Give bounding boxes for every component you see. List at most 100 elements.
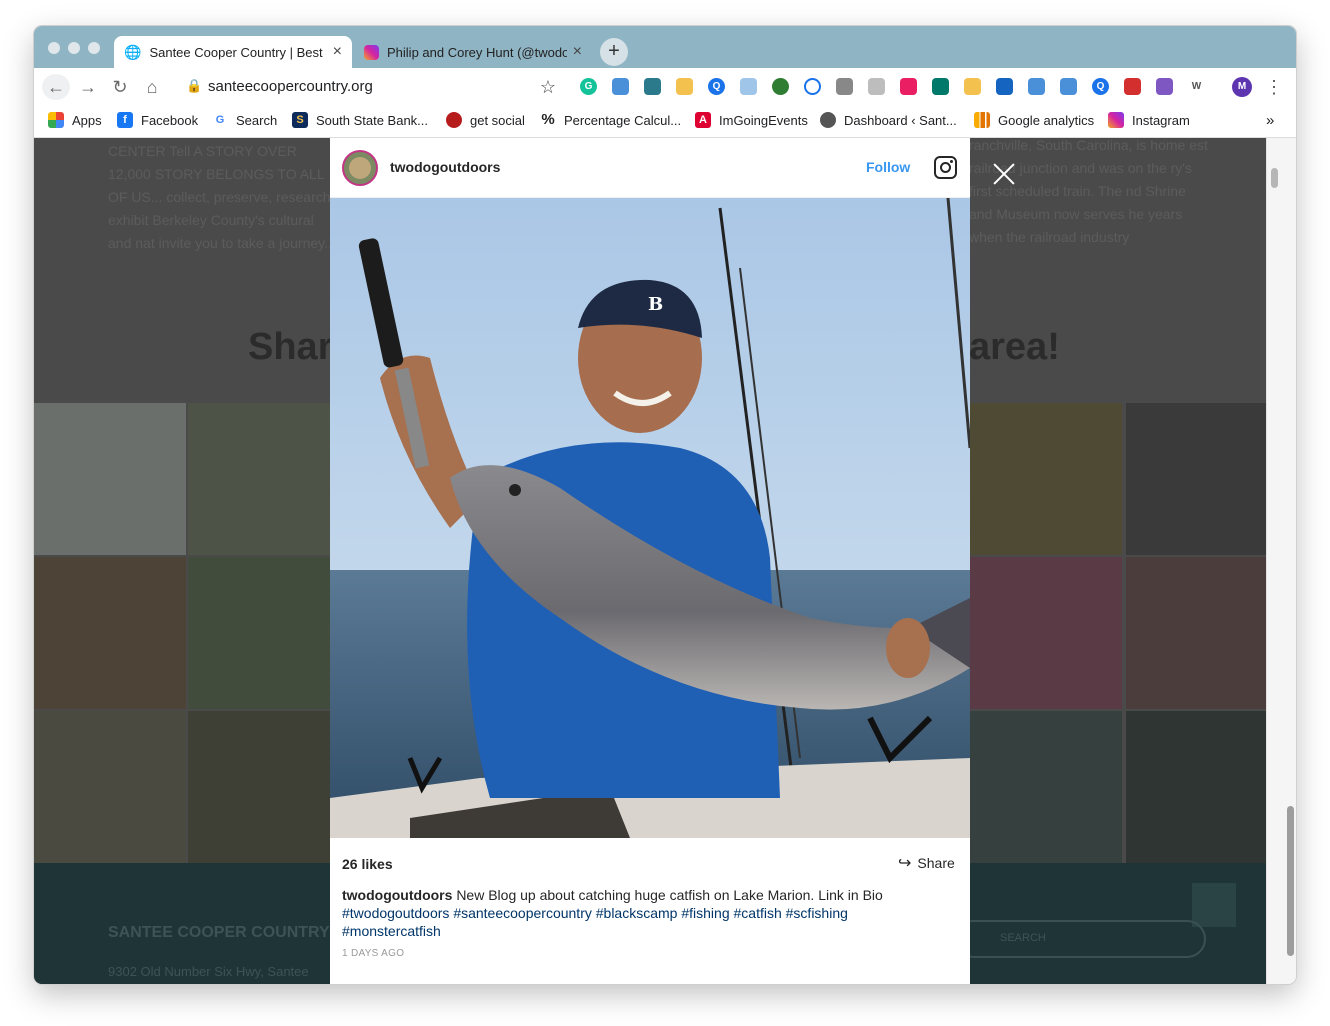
- avatar[interactable]: [342, 150, 378, 186]
- grid-photo[interactable]: [188, 711, 340, 863]
- bookmark-instagram[interactable]: Instagram: [1108, 112, 1190, 128]
- reload-button[interactable]: ↻: [106, 74, 134, 100]
- grid-photo[interactable]: [34, 711, 186, 863]
- instagram-icon[interactable]: [934, 156, 957, 179]
- grid-photo[interactable]: [970, 403, 1122, 555]
- grid-photo[interactable]: [188, 557, 340, 709]
- menu-icon[interactable]: ⋮: [1260, 74, 1288, 100]
- close-tab-icon[interactable]: ×: [573, 43, 582, 61]
- bookmark-label: Google analytics: [998, 112, 1095, 128]
- extension-icon[interactable]: [772, 78, 789, 95]
- extension-icon[interactable]: [612, 78, 629, 95]
- footer-search-input[interactable]: SEARCH: [954, 920, 1206, 958]
- hashtag[interactable]: #santeecoopercountry: [453, 905, 592, 921]
- extension-icon[interactable]: [644, 78, 661, 95]
- hashtag[interactable]: #fishing: [681, 905, 729, 921]
- post-caption: twodogoutdoors New Blog up about catchin…: [342, 886, 942, 940]
- bookmark-label: Percentage Calcul...: [564, 112, 682, 128]
- extension-icon[interactable]: [804, 78, 821, 95]
- facebook-icon: f: [117, 112, 133, 128]
- grid-photo[interactable]: [188, 403, 340, 555]
- bookmark-south-state-bank[interactable]: S South State Bank...: [292, 112, 428, 128]
- search-extension-icon[interactable]: Q: [1092, 78, 1109, 95]
- extension-icon[interactable]: [1156, 78, 1173, 95]
- extension-icon[interactable]: [996, 78, 1013, 95]
- post-username[interactable]: twodogoutdoors: [390, 159, 500, 175]
- bookmark-star-icon[interactable]: ☆: [534, 74, 562, 100]
- tab-santee-cooper[interactable]: 🌐 Santee Cooper Country | Best ×: [114, 36, 352, 68]
- follow-button[interactable]: Follow: [866, 159, 910, 175]
- new-tab-button[interactable]: +: [600, 38, 628, 66]
- modal-scroll-thumb[interactable]: [1271, 168, 1278, 188]
- bookmark-imgoingevents[interactable]: A ImGoingEvents: [695, 112, 808, 128]
- share-arrow-icon: ↪: [898, 855, 912, 872]
- grid-photo[interactable]: [1126, 711, 1266, 863]
- post-photo: B: [330, 198, 970, 838]
- forward-button[interactable]: →: [74, 74, 102, 100]
- globe-icon: [820, 112, 836, 128]
- bookmark-apps[interactable]: Apps: [48, 112, 102, 128]
- bookmark-facebook[interactable]: f Facebook: [117, 112, 198, 128]
- footer-search-placeholder: SEARCH: [1000, 932, 1046, 944]
- grid-photo[interactable]: [970, 711, 1122, 863]
- minimize-window-button[interactable]: [68, 42, 80, 54]
- bookmark-get-social[interactable]: get social: [446, 112, 525, 128]
- grammarly-icon[interactable]: G: [580, 78, 597, 95]
- page-scrollbar[interactable]: [1266, 138, 1296, 984]
- analytics-icon: [974, 112, 990, 128]
- extension-icon[interactable]: [836, 78, 853, 95]
- address-bar[interactable]: santeecoopercountry.org: [208, 78, 373, 95]
- extension-icon[interactable]: [1028, 78, 1045, 95]
- grid-photo[interactable]: [1126, 403, 1266, 555]
- share-button[interactable]: ↪ Share: [898, 853, 955, 873]
- page-scroll-thumb[interactable]: [1287, 806, 1294, 956]
- close-modal-icon[interactable]: [992, 162, 1016, 186]
- bookmark-percentage-calculator[interactable]: % Percentage Calcul...: [540, 112, 681, 128]
- browser-window: 🌐 Santee Cooper Country | Best × Philip …: [34, 26, 1296, 984]
- caption-username[interactable]: twodogoutdoors: [342, 887, 452, 903]
- extension-icon[interactable]: [676, 78, 693, 95]
- extension-icon[interactable]: [900, 78, 917, 95]
- bookmark-label: Apps: [72, 112, 102, 128]
- extension-icon[interactable]: [868, 78, 885, 95]
- hashtag[interactable]: #scfishing: [786, 905, 848, 921]
- close-window-button[interactable]: [48, 42, 60, 54]
- footer-title: SANTEE COOPER COUNTRY: [108, 924, 330, 941]
- extension-icon[interactable]: [740, 78, 757, 95]
- grid-photo[interactable]: [970, 557, 1122, 709]
- percent-icon: %: [540, 111, 556, 128]
- bookmark-google-analytics[interactable]: Google analytics: [974, 112, 1094, 128]
- search-extension-icon[interactable]: Q: [708, 78, 725, 95]
- bookmark-dashboard[interactable]: Dashboard ‹ Sant...: [820, 112, 957, 128]
- grid-photo[interactable]: [34, 403, 186, 555]
- extension-icon[interactable]: [1060, 78, 1077, 95]
- tab-instagram[interactable]: Philip and Corey Hunt (@twodo ×: [354, 36, 592, 68]
- hashtag[interactable]: #blackscamp: [596, 905, 678, 921]
- maximize-window-button[interactable]: [88, 42, 100, 54]
- hashtag[interactable]: #monstercatfish: [342, 923, 441, 939]
- hashtag[interactable]: #twodogoutdoors: [342, 905, 449, 921]
- angular-icon: A: [695, 112, 711, 128]
- close-tab-icon[interactable]: ×: [333, 43, 342, 61]
- svg-text:B: B: [648, 294, 663, 315]
- profile-avatar[interactable]: M: [1232, 77, 1252, 97]
- back-button[interactable]: ←: [42, 74, 70, 100]
- grid-photo[interactable]: [34, 557, 186, 709]
- instagram-post-modal: twodogoutdoors Follow B 26 likes ↪ Share…: [330, 138, 970, 984]
- bookmark-label: get social: [470, 112, 525, 128]
- extension-icon[interactable]: [932, 78, 949, 95]
- hashtag[interactable]: #catfish: [734, 905, 782, 921]
- bookmark-label: South State Bank...: [316, 112, 429, 128]
- extension-icon[interactable]: [964, 78, 981, 95]
- footer-address: 9302 Old Number Six Hwy, Santee: [108, 964, 309, 979]
- bookmark-search[interactable]: G Search: [212, 112, 277, 128]
- extension-icon[interactable]: [1124, 78, 1141, 95]
- globe-icon: 🌐: [124, 43, 142, 60]
- grid-photo[interactable]: [1126, 557, 1266, 709]
- extension-icon[interactable]: W: [1188, 78, 1205, 95]
- scroll-to-top-button[interactable]: [1192, 883, 1236, 927]
- home-button[interactable]: ⌂: [138, 74, 166, 100]
- left-article-text: CENTER Tell A STORY OVER 12,000 STORY BE…: [108, 143, 336, 251]
- caption-text: New Blog up about catching huge catfish …: [456, 887, 883, 903]
- more-bookmarks-button[interactable]: »: [1266, 112, 1274, 129]
